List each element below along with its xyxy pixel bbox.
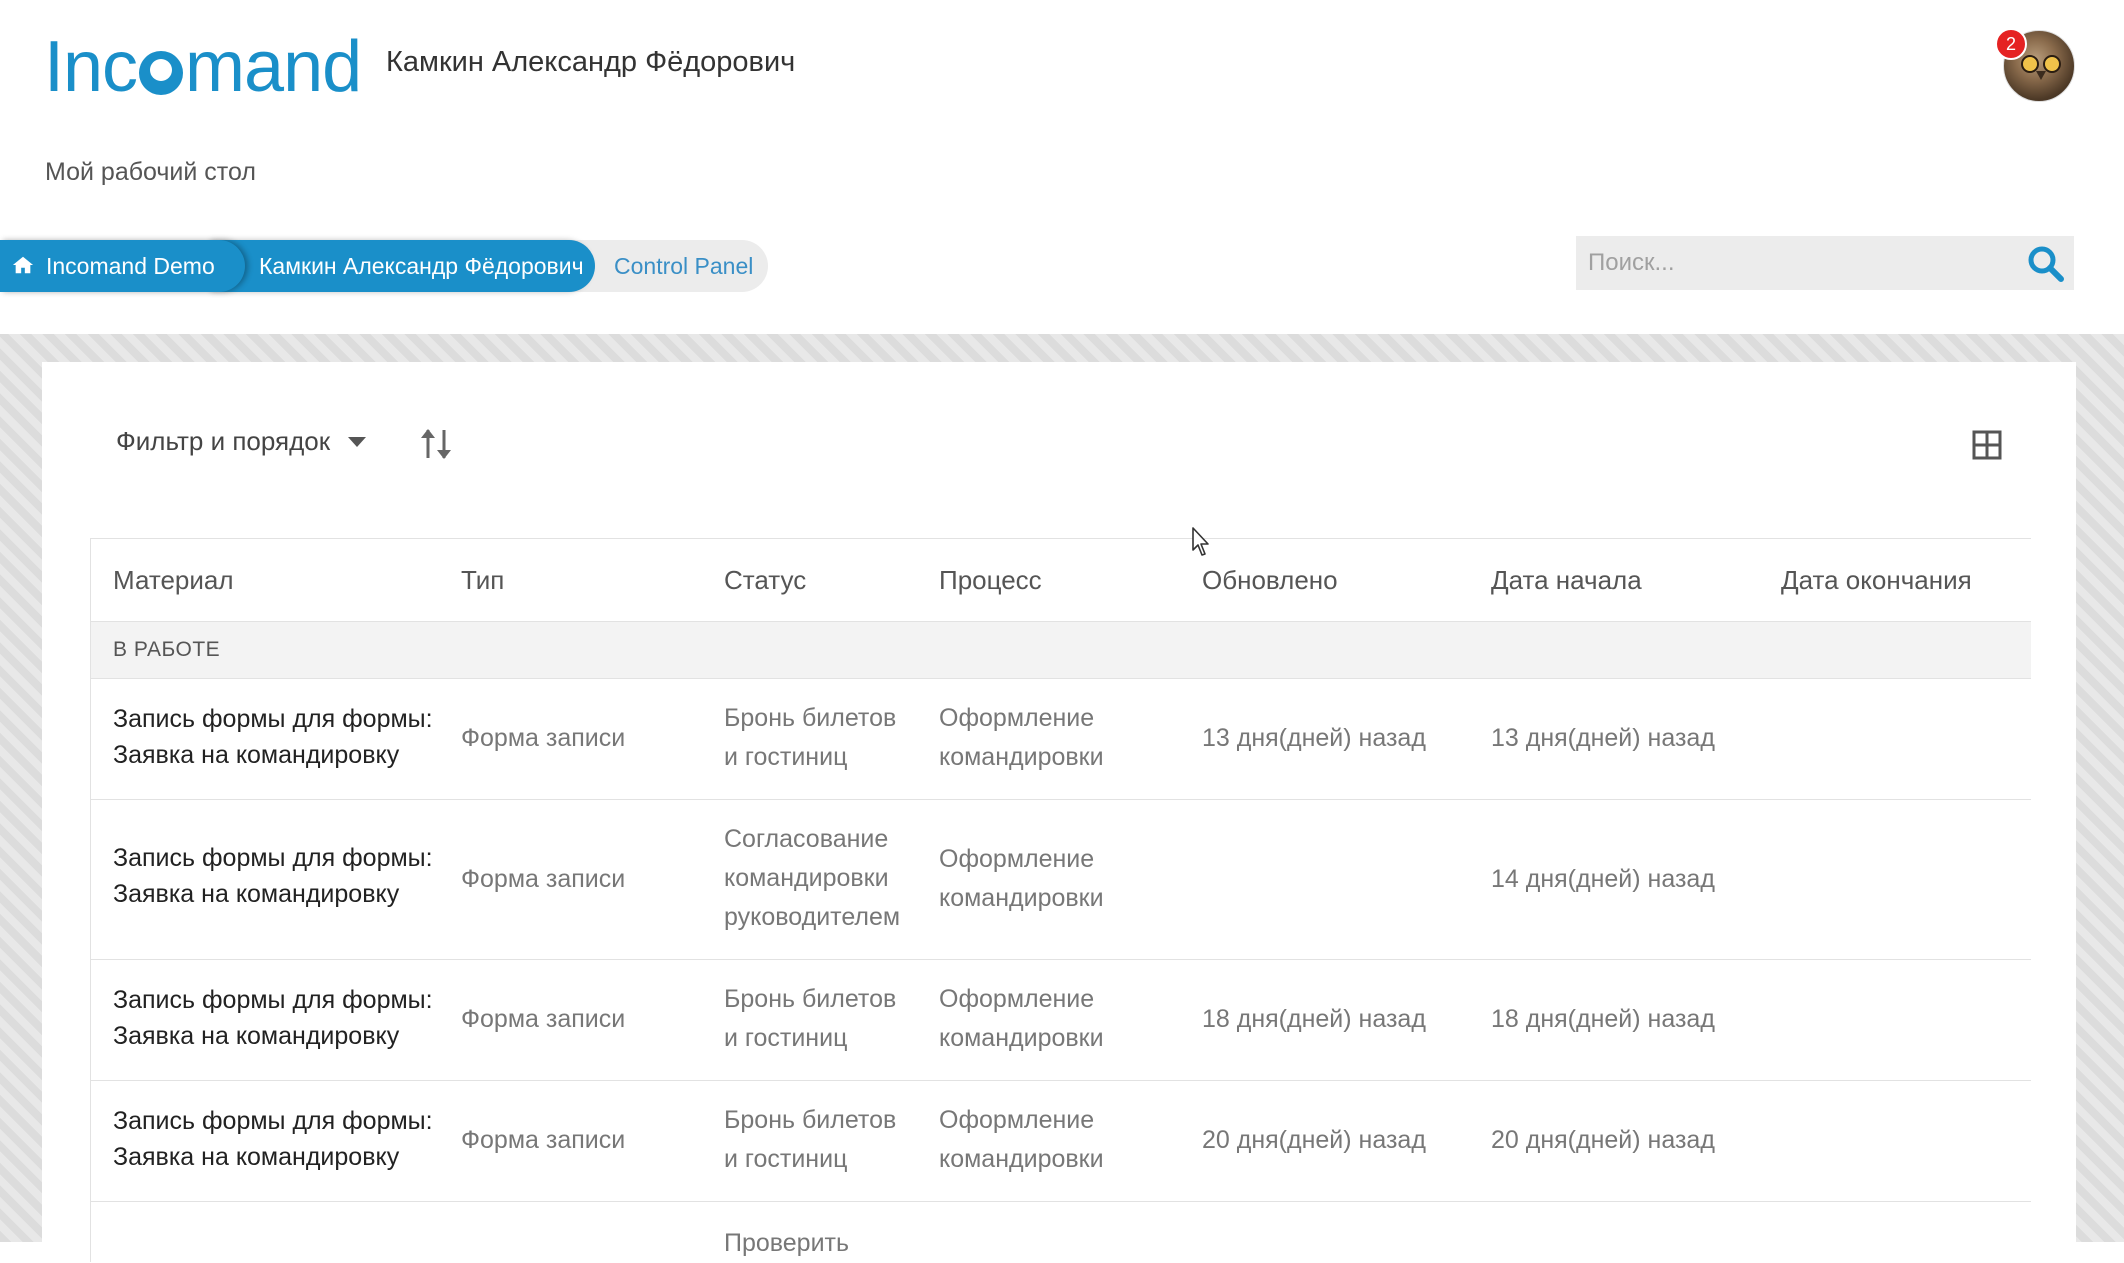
cell-type: Форма записи (461, 865, 626, 893)
table-row[interactable]: Запись формы для формы: Заявка на команд… (91, 800, 2031, 960)
table-header: Материал Тип Статус Процесс Обновлено Да… (91, 539, 2031, 622)
incomand-logo[interactable]: Inc mand (44, 22, 362, 112)
cell-process: Оформление командировки (939, 845, 1104, 912)
search-icon[interactable] (2026, 244, 2066, 284)
cell-start-date: 14 дня(дней) назад (1491, 865, 1715, 893)
column-header-process[interactable]: Процесс (939, 565, 1179, 596)
table-row[interactable]: Запись формы для формы: Заявка на команд… (91, 1081, 2031, 1202)
group-header-in-progress: В РАБОТЕ (91, 622, 2031, 679)
caret-down-icon (348, 436, 367, 447)
mouse-cursor-icon (1192, 527, 1209, 556)
column-header-start-date[interactable]: Дата начала (1491, 565, 1771, 596)
cell-material[interactable]: Запись формы для формы: Заявка на команд… (113, 982, 443, 1054)
cell-start-date: 20 дня(дней) назад (1491, 1126, 1715, 1154)
cell-type: Форма записи (461, 1126, 626, 1154)
cell-status: Бронь билетов и гостиниц (724, 704, 897, 771)
column-header-updated[interactable]: Обновлено (1202, 565, 1482, 596)
cell-status: Согласование командировки руководителем (724, 825, 901, 931)
cell-updated: 20 дня(дней) назад (1202, 1126, 1426, 1154)
cell-start-date: 18 дня(дней) назад (1491, 1005, 1715, 1033)
group-label: В РАБОТЕ (113, 638, 221, 661)
sort-arrows-icon[interactable] (418, 426, 454, 462)
materials-table: Материал Тип Статус Процесс Обновлено Да… (90, 538, 2031, 1262)
current-user-name: Камкин Александр Фёдорович (386, 46, 796, 78)
cell-material[interactable]: Запись формы для формы: Заявка на команд… (113, 1103, 443, 1175)
search-box (1576, 236, 2074, 290)
notification-badge[interactable]: 2 (1995, 28, 2027, 60)
cell-type: Форма записи (461, 1005, 626, 1033)
cell-process: Оформление командировки (939, 985, 1104, 1052)
cell-material[interactable]: Запись формы для формы: Заявка на команд… (113, 840, 443, 912)
column-header-end-date[interactable]: Дата окончания (1781, 565, 2021, 596)
table-row[interactable]: Проверить (91, 1202, 2031, 1262)
page-title: Мой рабочий стол (45, 158, 256, 186)
column-header-status[interactable]: Статус (724, 565, 924, 596)
cell-status: Бронь билетов и гостиниц (724, 1106, 897, 1173)
breadcrumb-user[interactable]: Камкин Александр Фёдорович (215, 240, 595, 292)
search-input[interactable] (1576, 236, 2006, 290)
cell-status: Бронь билетов и гостиниц (724, 985, 897, 1052)
column-header-material[interactable]: Материал (113, 565, 443, 596)
breadcrumb-home[interactable]: Incomand Demo (0, 240, 245, 292)
cell-material[interactable]: Запись формы для формы: Заявка на команд… (113, 701, 443, 773)
home-icon (12, 256, 34, 274)
cell-process: Оформление командировки (939, 1106, 1104, 1173)
cell-updated: 13 дня(дней) назад (1202, 724, 1426, 752)
table-row[interactable]: Запись формы для формы: Заявка на команд… (91, 679, 2031, 800)
column-header-type[interactable]: Тип (461, 565, 711, 596)
filter-order-dropdown[interactable]: Фильтр и порядок (116, 426, 367, 457)
cell-start-date: 13 дня(дней) назад (1491, 724, 1715, 752)
cell-status: Проверить (724, 1229, 850, 1257)
logo-o-mark (139, 51, 184, 95)
user-avatar-button[interactable]: 2 (1995, 28, 2075, 102)
cell-updated: 18 дня(дней) назад (1202, 1005, 1426, 1033)
table-row[interactable]: Запись формы для формы: Заявка на команд… (91, 960, 2031, 1081)
grid-view-icon[interactable] (1972, 430, 2002, 460)
cell-process: Оформление командировки (939, 704, 1104, 771)
cell-type: Форма записи (461, 724, 626, 752)
top-header: Inc mand Камкин Александр Фёдорович 2 Мой… (0, 0, 2124, 334)
